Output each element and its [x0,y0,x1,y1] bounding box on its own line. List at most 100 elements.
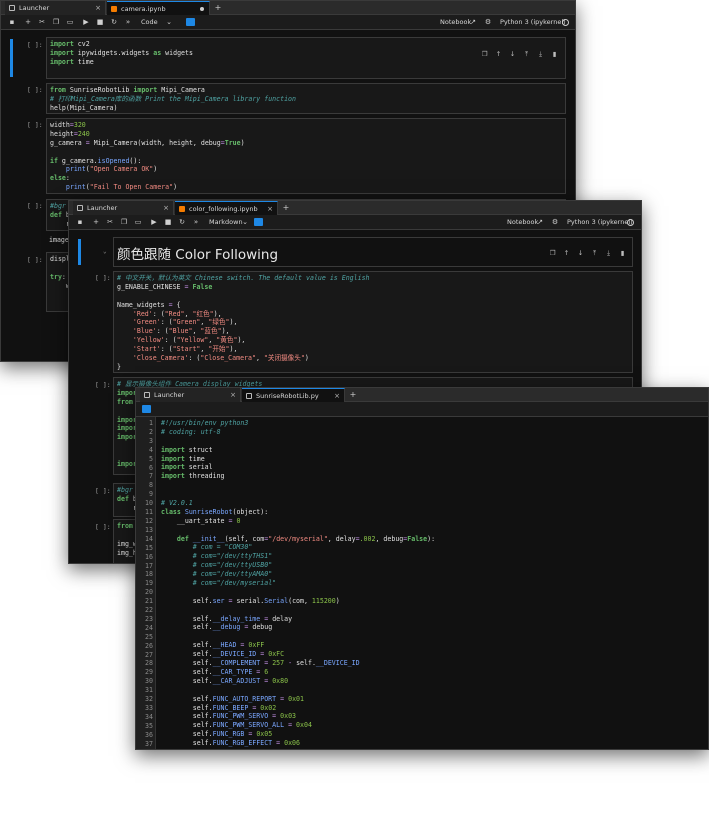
move-up-icon[interactable]: ↑ [562,249,571,257]
line-number: 28 [145,659,153,668]
code-token: import [161,472,185,481]
active-cell-marker[interactable] [10,39,13,77]
kernel-label[interactable]: Python 3 (ipykernel) [567,217,633,228]
new-tab-button[interactable]: + [347,388,359,402]
cell-type-select[interactable]: Code [141,17,158,28]
copy-icon[interactable]: ❐ [52,18,60,26]
open-external-icon[interactable]: ↗ [469,18,477,26]
line-number: 34 [145,712,153,721]
chevron-down-icon[interactable]: ⌄ [241,218,249,226]
gear-icon[interactable]: ⚙ [484,18,492,26]
cut-icon[interactable]: ✂ [106,218,114,226]
cut-icon[interactable]: ✂ [38,18,46,26]
notebook-label[interactable]: Notebook [440,17,471,28]
file-icon [246,393,252,399]
new-tab-button[interactable]: + [212,1,224,15]
copy-icon[interactable]: ❐ [120,218,128,226]
unsaved-dot-icon[interactable] [200,7,204,11]
open-external-icon[interactable]: ↗ [536,218,544,226]
active-cell-marker[interactable] [78,239,81,265]
code-token: 0x80 [272,676,289,685]
add-cell-icon[interactable]: + [92,218,100,226]
duplicate-icon[interactable]: ❐ [548,249,557,257]
code-token: ) [173,183,178,192]
fast-forward-icon[interactable]: » [192,218,200,226]
code-token: #bgr [50,202,66,210]
code-token: #bgr [117,486,133,494]
add-cell-icon[interactable]: + [24,18,32,26]
code-token: __DEVICE_ID [212,650,257,659]
delete-icon[interactable]: ▮ [550,50,559,58]
code-line: # com="/dev/myserial" [161,579,435,588]
code-token: : [61,272,66,281]
move-up-icon[interactable]: ↑ [494,50,503,58]
save-icon[interactable]: ▪ [76,218,84,226]
cell-prompt: [ ]: [27,41,43,49]
duplicate-icon[interactable]: ❐ [480,50,489,58]
line-number: 29 [145,668,153,677]
new-tab-button[interactable]: + [280,201,292,215]
code-token: widgets [161,48,193,57]
tab-sunriserobotlib-py[interactable]: SunriseRobotLib.py × [242,388,345,402]
tab-label: color_following.ipynb [189,205,258,213]
code-line: height=240 [50,130,562,139]
stop-icon[interactable]: ■ [164,218,172,226]
code-cell[interactable]: from SunriseRobotLib import Mipi_Camera #… [46,83,566,114]
restart-icon[interactable]: ↻ [178,218,186,226]
move-down-icon[interactable]: ↓ [576,249,585,257]
code-token: 257 [272,659,285,668]
gear-icon[interactable]: ⚙ [551,218,559,226]
collapse-chevron-icon[interactable]: ⌄ [103,248,107,255]
code-token: ipywidgets.widgets [73,48,154,57]
format-icon[interactable] [186,18,195,26]
insert-below-icon[interactable]: ⤓ [604,249,613,257]
kernel-label[interactable]: Python 3 (ipykernel) [500,17,566,28]
tab-launcher[interactable]: Launcher × [140,388,241,402]
close-icon[interactable]: × [230,388,236,402]
code-editor[interactable]: 1 2 3 4 5 6 7 8 9 10 11 12 13 14 15 16 17 18 19 20 21 22 23 24 2… [136,417,708,749]
code-token: ), [237,336,246,345]
tab-color-following-ipynb[interactable]: color_following.ipynb × [175,201,278,215]
tab-camera-ipynb[interactable]: camera.ipynb [107,1,210,15]
tab-launcher[interactable]: Launcher × [5,1,106,15]
run-icon[interactable]: ▶ [150,218,158,226]
run-icon[interactable]: ▶ [82,18,90,26]
code-token: 0x06 [284,739,300,748]
restart-icon[interactable]: ↻ [110,18,118,26]
close-icon[interactable]: × [163,201,169,215]
close-icon[interactable]: × [95,1,101,15]
cell-type-select[interactable]: Markdown [209,217,243,228]
tab-launcher[interactable]: Launcher × [73,201,174,215]
stop-icon[interactable]: ■ [96,18,104,26]
format-icon[interactable] [254,218,263,226]
cell-source[interactable]: from SunriseRobotLib import Mipi_Camera #… [47,84,565,113]
paste-icon[interactable]: ▭ [66,18,74,26]
code-cell[interactable]: width=320 height=240 g_camera = Mipi_Camer… [46,118,566,194]
move-down-icon[interactable]: ↓ [508,50,517,58]
editor-source[interactable]: #!/usr/bin/env python3 # coding: utf-8 imp… [158,417,438,749]
save-icon[interactable]: ▪ [8,18,16,26]
format-icon[interactable] [142,405,151,413]
insert-above-icon[interactable]: ⤒ [590,249,599,257]
code-line: self.__debug = debug [161,623,435,632]
code-token: def [176,534,189,543]
code-line: self.__CAR_TYPE = 6 [161,668,435,677]
close-icon[interactable]: × [267,202,273,216]
cell-source[interactable]: # 中文开关，默认为英文 Chinese switch. The default… [114,272,632,372]
paste-icon[interactable]: ▭ [134,218,142,226]
close-icon[interactable]: × [334,389,340,403]
code-cell[interactable]: # 中文开关，默认为英文 Chinese switch. The default… [113,271,633,373]
delete-icon[interactable]: ▮ [618,249,627,257]
notebook-label[interactable]: Notebook [507,217,538,228]
insert-below-icon[interactable]: ⤓ [536,50,545,58]
line-number: 37 [145,739,153,748]
chevron-down-icon[interactable]: ⌄ [165,18,173,26]
insert-above-icon[interactable]: ⤒ [522,50,531,58]
cell-source[interactable]: width=320 height=240 g_camera = Mipi_Camer… [47,119,565,193]
fast-forward-icon[interactable]: » [124,18,132,26]
